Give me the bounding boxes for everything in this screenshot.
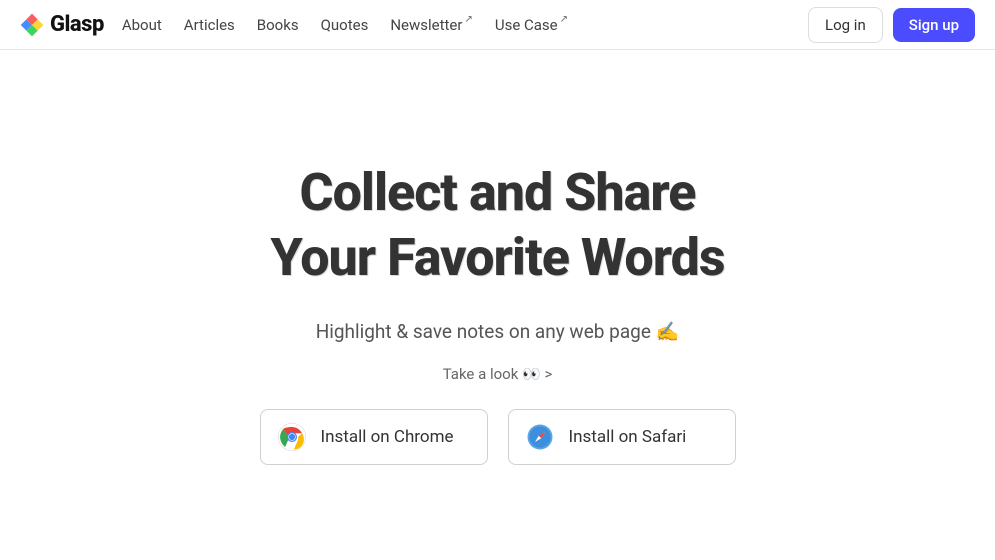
safari-icon	[525, 422, 555, 452]
install-safari-button[interactable]: Install on Safari	[508, 409, 736, 465]
nav-about-label: About	[122, 16, 162, 34]
nav-articles[interactable]: Articles	[184, 16, 235, 34]
install-buttons-row: Install on Chrome Install on Safari	[0, 409, 995, 465]
nav-about[interactable]: About	[122, 16, 162, 34]
nav-newsletter-label: Newsletter	[390, 16, 462, 34]
site-header: Glasp About Articles Books Quotes Newsle…	[0, 0, 995, 50]
nav-books[interactable]: Books	[257, 16, 299, 34]
hero-headline: Collect and Share Your Favorite Words	[0, 160, 995, 290]
signup-button[interactable]: Sign up	[893, 8, 975, 42]
hero-section: Collect and Share Your Favorite Words Hi…	[0, 50, 995, 465]
nav-usecase-label: Use Case	[495, 16, 558, 34]
hero-subhead: Highlight & save notes on any web page ✍…	[0, 320, 995, 343]
external-link-icon: ↗	[464, 14, 472, 25]
nav-books-label: Books	[257, 16, 299, 34]
nav-quotes[interactable]: Quotes	[321, 16, 369, 34]
logo[interactable]: Glasp	[20, 12, 104, 37]
install-safari-label: Install on Safari	[569, 427, 687, 447]
take-a-look-link[interactable]: Take a look 👀 >	[0, 365, 995, 383]
chrome-icon	[277, 422, 307, 452]
nav-articles-label: Articles	[184, 16, 235, 34]
nav-quotes-label: Quotes	[321, 16, 369, 34]
nav-newsletter[interactable]: Newsletter↗	[390, 16, 473, 34]
brand-name: Glasp	[50, 12, 104, 37]
login-button[interactable]: Log in	[808, 7, 883, 43]
install-chrome-button[interactable]: Install on Chrome	[260, 409, 488, 465]
auth-buttons: Log in Sign up	[808, 7, 975, 43]
external-link-icon: ↗	[560, 14, 568, 25]
install-chrome-label: Install on Chrome	[321, 427, 454, 447]
nav-usecase[interactable]: Use Case↗	[495, 16, 568, 34]
main-nav: About Articles Books Quotes Newsletter↗ …	[122, 16, 568, 34]
glasp-logo-icon	[20, 13, 44, 37]
